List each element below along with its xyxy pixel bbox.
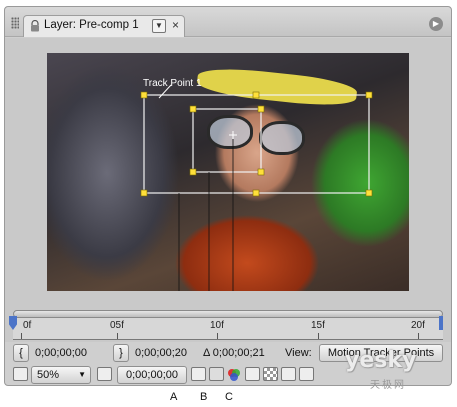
track-point-overlay <box>140 84 373 291</box>
tick-mark <box>117 333 118 339</box>
resolution-icon[interactable] <box>245 367 260 381</box>
tick-mark <box>418 333 419 339</box>
attach-point-icon[interactable] <box>229 131 237 139</box>
watermark-subtext: 天极网 <box>370 380 406 391</box>
layer-viewer[interactable]: Track Point 1 <box>5 38 451 308</box>
chevron-down-icon: ▼ <box>78 370 86 379</box>
current-time-field[interactable]: 0;00;00;00 <box>117 366 187 384</box>
snapshot-icon[interactable] <box>191 367 206 381</box>
layer-panel: Layer: Pre-comp 1 ▼ × ▶ Track Point 1 0f… <box>4 6 452 386</box>
panel-menu-icon[interactable]: ▶ <box>429 17 443 31</box>
tab-title: Layer: Pre-comp 1 <box>44 19 139 31</box>
exposure-icon[interactable] <box>299 367 314 381</box>
zoom-select[interactable]: 50% ▼ <box>31 366 91 384</box>
region-of-interest-icon[interactable] <box>97 367 112 381</box>
search-region[interactable] <box>143 94 370 194</box>
tick-label: 15f <box>311 320 325 331</box>
view-label: View: <box>285 347 312 359</box>
close-icon[interactable]: × <box>172 18 179 32</box>
tick-label: 10f <box>210 320 224 331</box>
set-out-point-button[interactable]: } <box>113 344 129 362</box>
work-area-bar[interactable] <box>13 310 443 318</box>
time-scale[interactable]: 0f 05f 10f 15f 20f <box>13 318 443 340</box>
tick-label: 20f <box>411 320 425 331</box>
search-region-handles[interactable] <box>140 91 373 197</box>
tick-label: 0f <box>23 320 32 331</box>
mask-toggle-icon[interactable] <box>281 367 296 381</box>
tick-mark <box>21 333 22 339</box>
channels-icon[interactable] <box>227 368 241 382</box>
watermark-logo: yesky <box>345 348 417 373</box>
time-ruler[interactable]: 0f 05f 10f 15f 20f <box>5 308 451 342</box>
in-point-time[interactable]: 0;00;00;00 <box>35 344 87 362</box>
tick-mark <box>217 333 218 339</box>
tick-label: 05f <box>110 320 124 331</box>
transparency-grid-icon[interactable] <box>263 367 278 381</box>
always-preview-icon[interactable] <box>13 367 28 381</box>
panel-grip-icon[interactable] <box>11 17 19 29</box>
duration-readout: Δ 0;00;00;21 <box>203 347 265 359</box>
feature-region-handles[interactable] <box>189 105 265 176</box>
zoom-value: 50% <box>37 369 60 381</box>
callout-b: B <box>200 391 208 403</box>
layer-dropdown-button[interactable]: ▼ <box>152 19 166 33</box>
tab-layer-pre-comp[interactable]: Layer: Pre-comp 1 ▼ × <box>23 15 185 37</box>
panel-tab-bar: Layer: Pre-comp 1 ▼ × ▶ <box>5 7 451 37</box>
callout-c: C <box>225 391 233 403</box>
show-snapshot-icon[interactable] <box>209 367 224 381</box>
callout-a: A <box>170 391 178 403</box>
set-in-point-button[interactable]: { <box>13 344 29 362</box>
footage-frame: Track Point 1 <box>47 53 409 291</box>
track-point-label: Track Point 1 <box>143 78 202 89</box>
lock-icon[interactable] <box>30 20 40 32</box>
feature-region[interactable] <box>192 108 262 173</box>
tick-mark <box>318 333 319 339</box>
out-point-marker[interactable] <box>439 316 443 330</box>
out-point-time[interactable]: 0;00;00;20 <box>135 344 187 362</box>
